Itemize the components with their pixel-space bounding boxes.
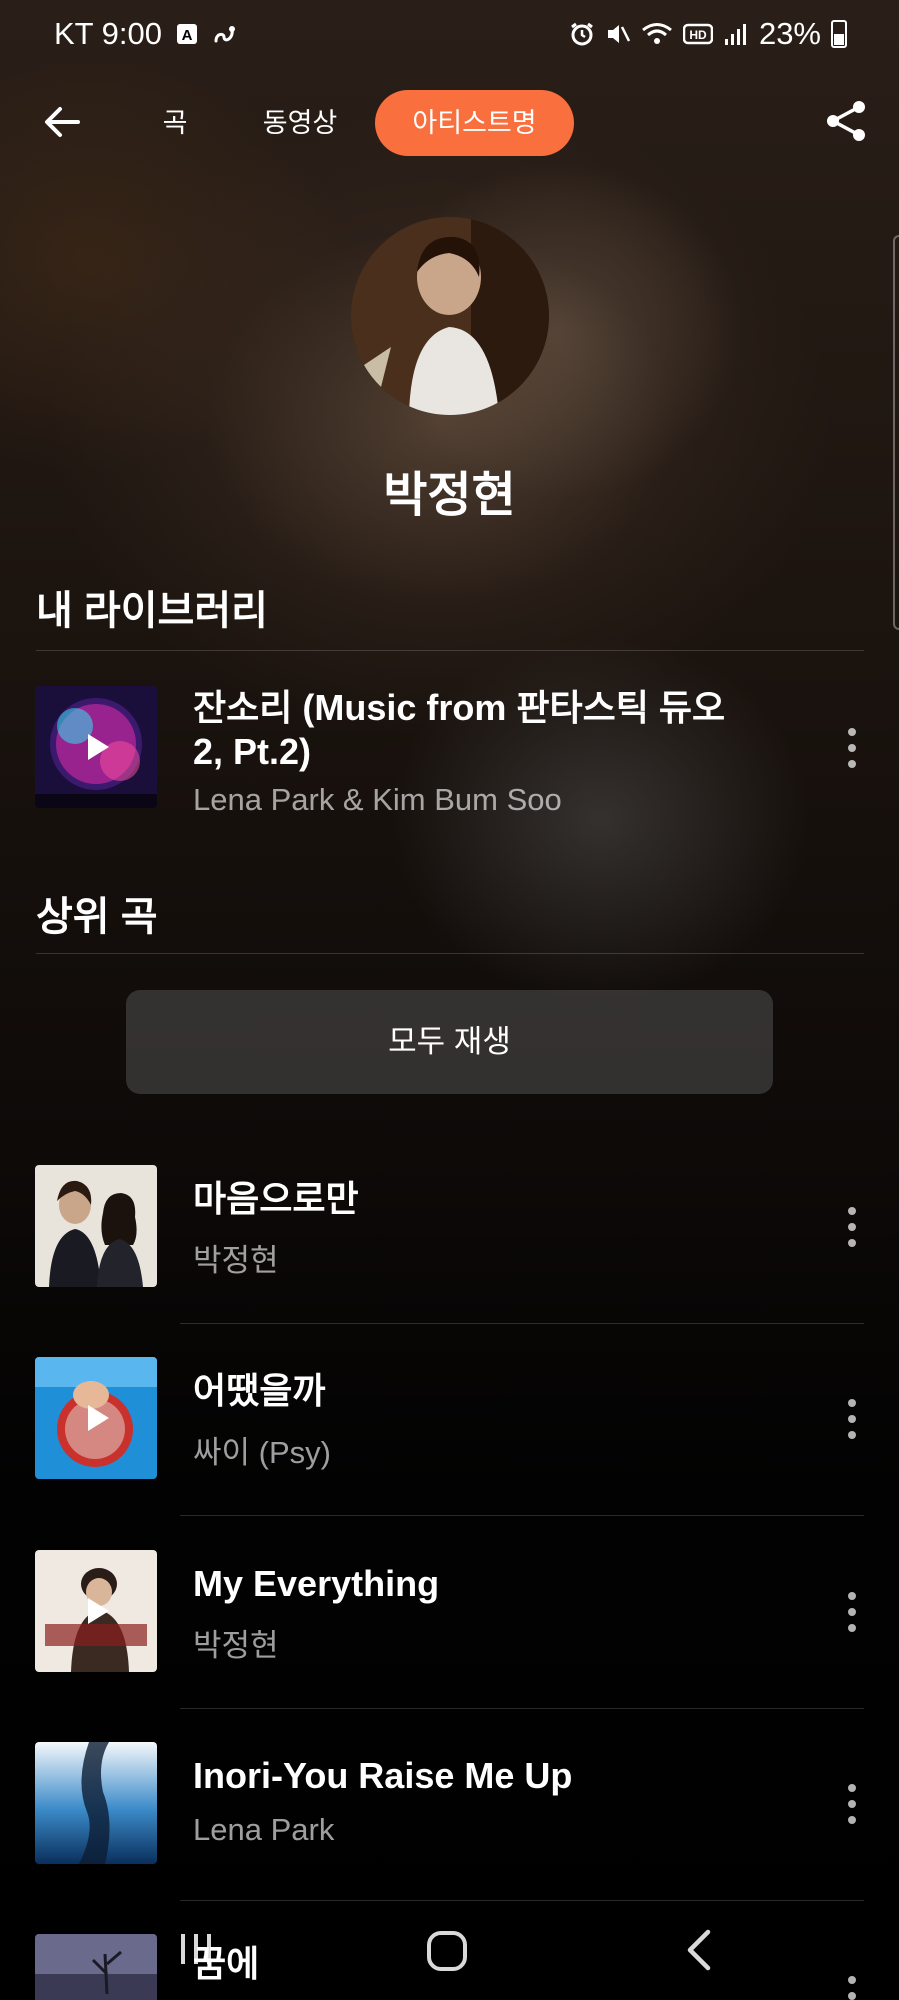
- svg-text:A: A: [182, 27, 193, 44]
- album-art: [35, 1550, 157, 1672]
- divider: [180, 1515, 864, 1516]
- wifi-icon: [642, 23, 672, 44]
- alarm-icon: [571, 22, 593, 46]
- song-artist: Lena Park & Kim Bum Soo: [193, 782, 562, 817]
- recent-apps-icon[interactable]: [176, 1930, 216, 1970]
- carrier-time: KT 9:00: [54, 16, 163, 51]
- divider: [36, 953, 864, 954]
- more-options-icon[interactable]: [845, 1782, 859, 1826]
- signal-icon: [724, 24, 746, 45]
- album-art: [35, 1357, 157, 1479]
- more-options-icon[interactable]: [845, 1205, 859, 1249]
- album-art: [35, 1742, 157, 1864]
- system-navigation-bar: [0, 1900, 899, 2000]
- album-art-inori: [35, 1742, 157, 1864]
- song-artist: Lena Park: [193, 1812, 335, 1847]
- artist-photo: [351, 217, 549, 415]
- mute-icon: [607, 25, 631, 43]
- nav-back-icon[interactable]: [680, 1928, 720, 1972]
- share-icon[interactable]: [823, 98, 869, 144]
- more-options-icon[interactable]: [845, 1397, 859, 1441]
- top-navigation: 곡 동영상 아티스트명: [0, 80, 899, 162]
- song-title: 어땠을까: [193, 1370, 326, 1411]
- play-icon: [88, 1405, 109, 1431]
- artist-avatar: [351, 217, 549, 415]
- top-songs-section-title: 상위 곡: [36, 895, 158, 939]
- library-item[interactable]: 잔소리 (Music from 판타스틱 듀오 2, Pt.2) Lena Pa…: [0, 686, 899, 817]
- back-arrow-icon[interactable]: [40, 100, 84, 144]
- album-art: [35, 1165, 157, 1287]
- song-title: Inori-You Raise Me Up: [193, 1755, 573, 1796]
- song-title: My Everything: [193, 1563, 440, 1604]
- song-artist: 싸이 (Psy): [193, 1435, 331, 1470]
- top-song-row[interactable]: My Everything 박정현: [0, 1550, 899, 1672]
- divider: [180, 1708, 864, 1709]
- hd-voice-icon: HD: [682, 23, 713, 45]
- notification-a-icon: A: [177, 24, 198, 44]
- battery-icon: [831, 20, 847, 48]
- song-title: 마음으로만: [193, 1178, 359, 1219]
- battery-percent: 23%: [758, 16, 821, 51]
- divider: [36, 650, 864, 651]
- top-song-row[interactable]: 마음으로만 박정현: [0, 1165, 899, 1287]
- top-song-row[interactable]: 어땠을까 싸이 (Psy): [0, 1357, 899, 1479]
- top-song-row[interactable]: Inori-You Raise Me Up Lena Park: [0, 1742, 899, 1864]
- svg-text:HD: HD: [689, 28, 707, 42]
- home-icon[interactable]: [425, 1929, 469, 1973]
- artist-name: 박정현: [383, 469, 516, 522]
- status-bar: KT 9:00 A HD 23%: [0, 0, 899, 70]
- play-all-button[interactable]: 모두 재생: [126, 990, 773, 1094]
- song-artist: 박정현: [193, 1628, 279, 1663]
- song-title: 잔소리 (Music from 판타스틱 듀오 2, Pt.2): [193, 687, 726, 772]
- song-artist: 박정현: [193, 1243, 279, 1278]
- album-art-maeumeuroman: [35, 1165, 157, 1287]
- more-options-icon[interactable]: [845, 1590, 859, 1634]
- album-art: [35, 686, 157, 808]
- edge-panel-handle[interactable]: [893, 235, 899, 630]
- library-section-title: 내 라이브러리: [36, 589, 268, 633]
- tab-artist[interactable]: 아티스트명: [375, 90, 574, 156]
- divider: [180, 1323, 864, 1324]
- link-icon: [214, 26, 236, 43]
- tab-song[interactable]: 곡: [150, 90, 200, 156]
- play-icon: [88, 1598, 109, 1624]
- tab-video[interactable]: 동영상: [250, 90, 350, 156]
- play-icon: [88, 734, 109, 760]
- more-options-icon[interactable]: [845, 726, 859, 770]
